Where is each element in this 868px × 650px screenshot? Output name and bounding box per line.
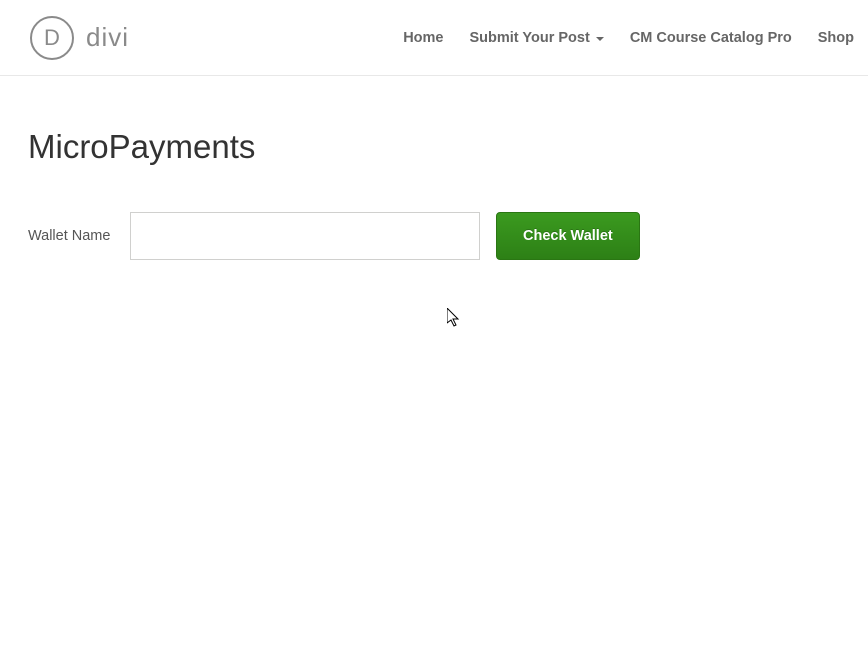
nav-item-label: CM Course Catalog Pro [630,30,792,46]
logo[interactable]: D divi [30,16,129,60]
page-title: MicroPayments [28,128,840,166]
wallet-name-label: Wallet Name [28,228,114,244]
nav-item-shop[interactable]: Shop [818,30,854,46]
logo-icon-letter: D [44,25,60,51]
nav-item-submit-post[interactable]: Submit Your Post [470,30,604,46]
main-content: MicroPayments Wallet Name Check Wallet [0,76,868,312]
nav-item-cm-course[interactable]: CM Course Catalog Pro [630,30,792,46]
wallet-form-row: Wallet Name Check Wallet [28,212,840,260]
header: D divi Home Submit Your Post CM Course C… [0,0,868,76]
nav-item-home[interactable]: Home [403,30,443,46]
check-wallet-button[interactable]: Check Wallet [496,212,640,260]
logo-text: divi [86,22,129,53]
logo-icon: D [30,16,74,60]
nav-item-label: Submit Your Post [470,30,590,46]
nav-item-label: Home [403,30,443,46]
main-nav: Home Submit Your Post CM Course Catalog … [403,30,854,46]
wallet-name-input[interactable] [130,212,480,260]
chevron-down-icon [596,37,604,41]
nav-item-label: Shop [818,30,854,46]
